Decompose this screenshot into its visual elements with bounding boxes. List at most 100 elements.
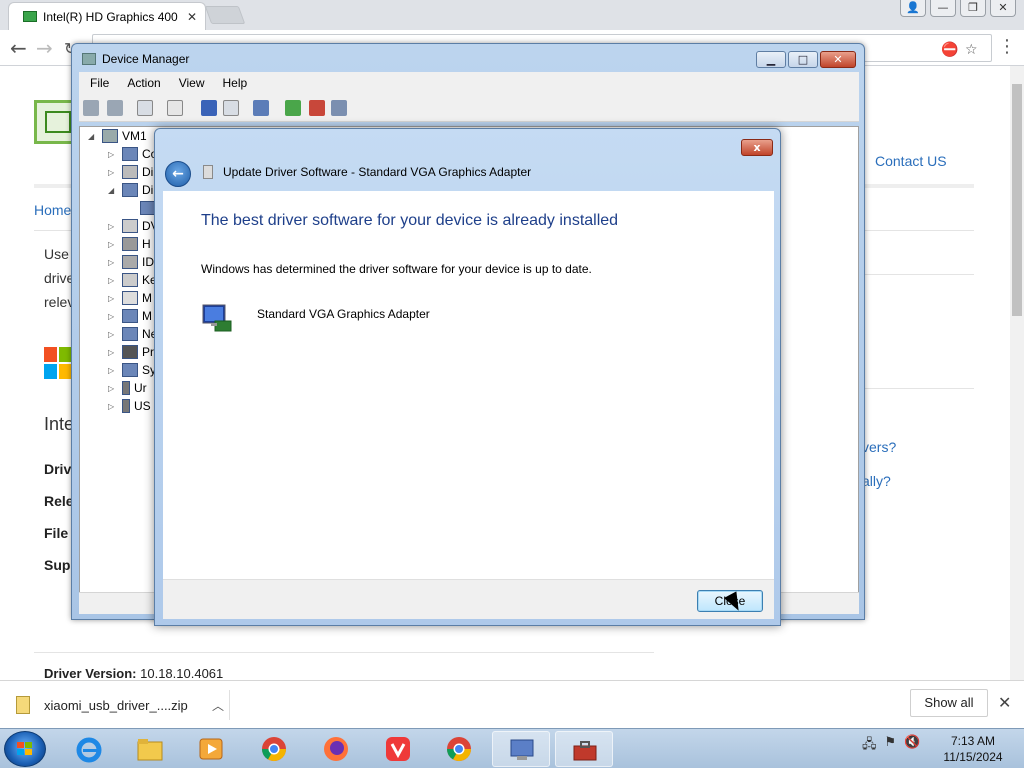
back-arrow-icon[interactable]	[83, 100, 99, 116]
dm-close-button[interactable]: ✕	[820, 51, 856, 68]
tab-close-icon[interactable]: ✕	[185, 10, 199, 24]
taskbar-chrome-2[interactable]	[430, 731, 488, 767]
system-tray: 🖧 ⚑ 🔇	[862, 735, 920, 757]
taskbar-media-player[interactable]	[182, 731, 240, 767]
taskbar-chrome[interactable]	[245, 731, 303, 767]
vivaldi-icon	[386, 737, 410, 761]
taskbar-toolbox[interactable]	[555, 731, 613, 767]
tree-item[interactable]: ▷ Di	[108, 165, 153, 179]
show-all-button[interactable]: Show all	[910, 689, 988, 717]
tree-item[interactable]: ▷ Ur	[108, 381, 147, 395]
tree-item[interactable]: ◢ Di	[108, 183, 153, 197]
keyboard-icon	[122, 273, 138, 287]
help-icon[interactable]	[201, 100, 217, 116]
content-divider	[34, 652, 654, 653]
tree-item[interactable]: ▷ Sy	[108, 363, 156, 377]
clock-date: 11/15/2024	[943, 750, 1003, 764]
tree-item[interactable]: ▷ M	[108, 309, 152, 323]
scrollbar-thumb[interactable]	[1012, 84, 1022, 316]
tree-root[interactable]: ◢ VM1	[88, 129, 147, 143]
arrow-left-icon[interactable]: ←	[10, 36, 27, 60]
menu-action[interactable]: Action	[127, 76, 160, 90]
dm-menubar: File Action View Help	[79, 72, 859, 94]
tree-item[interactable]: ▷ US	[108, 399, 151, 413]
show-hide-console-tree-icon[interactable]	[137, 100, 153, 116]
tree-item[interactable]: ▷ H	[108, 237, 151, 251]
dialog-close-x-button[interactable]: x	[741, 139, 773, 156]
contact-us-link[interactable]: Contact US	[875, 153, 947, 169]
network-icon[interactable]: 🖧	[862, 735, 877, 757]
restore-button[interactable]: ❐	[960, 0, 986, 17]
page-scrollbar[interactable]	[1010, 66, 1024, 680]
action-pane-icon[interactable]	[223, 100, 239, 116]
result-message: Windows has determined the driver softwa…	[201, 262, 592, 276]
tree-item[interactable]: ▷ Pr	[108, 345, 154, 359]
tree-item[interactable]: ▷ Ne	[108, 327, 157, 341]
clock-time: 7:13 AM	[950, 734, 996, 748]
taskbar-clock[interactable]: 7:13 AM 11/15/2024	[940, 733, 1006, 765]
uninstall-device-icon[interactable]	[309, 100, 325, 116]
driver-version: Driver Version: 10.18.10.4061	[44, 666, 223, 680]
tree-item[interactable]: ▷ Ke	[108, 273, 157, 287]
minimize-button[interactable]: —	[930, 0, 956, 17]
blocked-popup-icon[interactable]: ⛔	[941, 42, 958, 58]
tree-item[interactable]: ▷ ID	[108, 255, 154, 269]
driver-version-label: Driver Version:	[44, 666, 137, 680]
device-name: Standard VGA Graphics Adapter	[257, 307, 430, 321]
tab-title: Intel(R) HD Graphics 400	[43, 9, 178, 24]
device-manager-titlebar[interactable]: Device Manager	[82, 52, 189, 66]
chevron-up-icon[interactable]: ︿	[207, 697, 229, 714]
menu-view[interactable]: View	[179, 76, 205, 90]
mouse-icon	[122, 291, 138, 305]
menu-file[interactable]: File	[90, 76, 109, 90]
update-driver-icon[interactable]	[285, 100, 301, 116]
zip-file-icon	[16, 696, 30, 714]
taskbar-firefox[interactable]	[307, 731, 365, 767]
monitor-icon	[122, 309, 138, 323]
chrome-menu-icon[interactable]: ⋮	[998, 36, 1016, 57]
firefox-icon	[324, 737, 348, 761]
result-heading: The best driver software for your device…	[201, 212, 619, 229]
volume-muted-icon[interactable]: 🔇	[904, 735, 920, 757]
close-window-button[interactable]: ✕	[990, 0, 1016, 17]
disable-device-icon[interactable]	[331, 100, 347, 116]
dm-toolbar	[79, 94, 859, 122]
internet-explorer-icon	[76, 737, 102, 763]
tree-root-label: VM1	[122, 129, 147, 143]
tree-item[interactable]: ▷ DV	[108, 219, 159, 233]
properties-icon[interactable]	[167, 100, 183, 116]
display-adapter-icon	[122, 183, 138, 197]
start-button[interactable]	[4, 731, 46, 767]
tree-item[interactable]: ▷ Co	[108, 147, 157, 161]
close-downloads-icon[interactable]: ✕	[998, 693, 1011, 713]
arrow-right-icon[interactable]: →	[36, 36, 53, 60]
collapse-icon[interactable]: ◢	[88, 132, 98, 141]
system-device-icon	[122, 363, 138, 377]
dialog-title: Update Driver Software - Standard VGA Gr…	[223, 165, 532, 179]
dm-maximize-button[interactable]: □	[788, 51, 818, 68]
breadcrumb-home-link[interactable]: Home	[34, 202, 71, 218]
browser-tab[interactable]: Intel(R) HD Graphics 400 ✕	[8, 2, 206, 30]
dm-minimize-button[interactable]: ▁	[756, 51, 786, 68]
taskbar-explorer[interactable]	[121, 731, 179, 767]
star-bookmark-icon[interactable]: ☆	[965, 42, 978, 58]
scan-hardware-changes-icon[interactable]	[253, 100, 269, 116]
tree-item[interactable]: ▷ M	[108, 291, 152, 305]
computer-icon	[122, 147, 138, 161]
intro-text-line-2: drive	[44, 270, 75, 286]
taskbar-internet-explorer[interactable]	[60, 731, 118, 767]
new-tab-button[interactable]	[204, 6, 246, 24]
taskbar-vivaldi[interactable]	[369, 731, 427, 767]
back-arrow-icon[interactable]: ←	[165, 161, 191, 187]
faq-link-1[interactable]: vers?	[862, 439, 896, 455]
taskbar-device-manager[interactable]	[492, 731, 550, 767]
hardware-icon	[203, 165, 213, 179]
download-item[interactable]: xiaomi_usb_driver_....zip ︿	[16, 690, 230, 720]
browser-window-controls: 👤 — ❐ ✕	[900, 0, 1016, 17]
action-center-flag-icon[interactable]: ⚑	[885, 735, 897, 757]
faq-link-2[interactable]: ally?	[862, 473, 891, 489]
field-release: Rele	[44, 493, 74, 509]
menu-help[interactable]: Help	[223, 76, 248, 90]
forward-arrow-icon[interactable]	[107, 100, 123, 116]
profile-icon[interactable]: 👤	[900, 0, 926, 17]
